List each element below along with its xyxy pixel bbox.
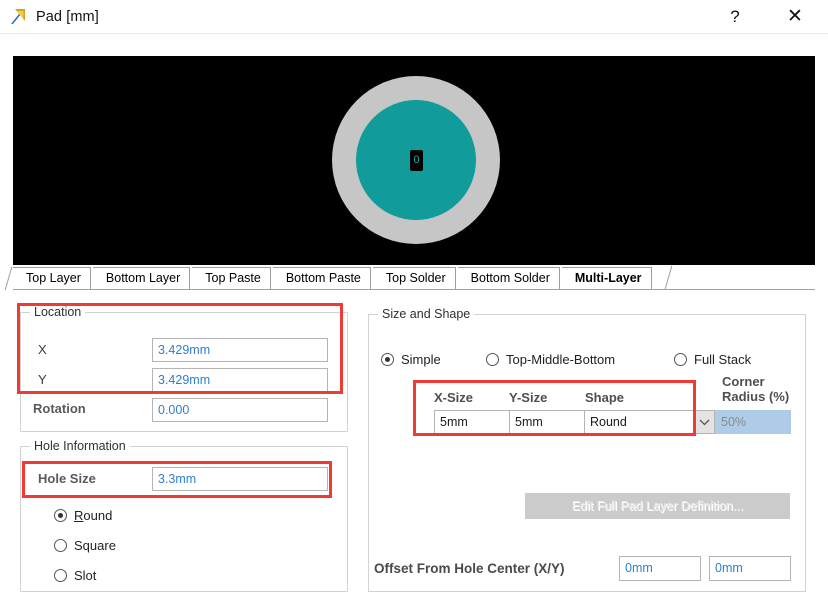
y-size-input[interactable]: 5mm [509, 410, 585, 434]
help-button[interactable]: ? [712, 1, 758, 33]
radio-unselected-icon [54, 539, 67, 552]
hole-shape-square-label: Square [74, 538, 116, 553]
window-title: Pad [mm] [36, 8, 99, 25]
size-mode-radio-top-middle-bottom[interactable]: Top-Middle-Bottom [486, 352, 615, 367]
radio-selected-icon [54, 509, 67, 522]
size-mode-radio-simple[interactable]: Simple [381, 352, 441, 367]
layer-tab-strip[interactable]: Top Layer Bottom Layer Top Paste Bottom … [13, 265, 815, 290]
location-group-legend: Location [30, 305, 86, 319]
column-header-shape: Shape [585, 390, 625, 405]
close-button[interactable]: ✕ [772, 1, 818, 33]
tab-bottom-solder[interactable]: Bottom Solder [457, 267, 560, 289]
title-bar: Pad [mm] ? ✕ [0, 0, 828, 34]
size-mode-simple-label: Simple [401, 352, 441, 367]
hole-size-input[interactable]: 3.3mm [152, 467, 328, 491]
edit-full-pad-layer-definition-button: Edit Full Pad Layer Definition... [525, 493, 790, 519]
chevron-down-icon[interactable] [695, 410, 715, 434]
column-header-y-size: Y-Size [509, 390, 548, 405]
altium-pad-icon [8, 7, 28, 27]
offset-y-input[interactable]: 0mm [709, 556, 791, 581]
location-x-input[interactable]: 3.429mm [152, 338, 328, 362]
radio-unselected-icon [54, 569, 67, 582]
tab-top-solder[interactable]: Top Solder [372, 267, 456, 289]
shape-select[interactable]: Round [584, 410, 696, 434]
tab-top-layer[interactable]: Top Layer [13, 267, 91, 289]
size-mode-radio-full-stack[interactable]: Full Stack [674, 352, 751, 367]
rotation-input[interactable]: 0.000 [152, 398, 328, 422]
x-size-input[interactable]: 5mm [434, 410, 510, 434]
radio-unselected-icon [674, 353, 687, 366]
hole-shape-round-label: Round [74, 508, 113, 523]
offset-x-input[interactable]: 0mm [619, 556, 701, 581]
offset-from-hole-center-label: Offset From Hole Center (X/Y) [374, 561, 565, 576]
tab-bottom-paste[interactable]: Bottom Paste [272, 267, 371, 289]
radio-unselected-icon [486, 353, 499, 366]
corner-radius-input[interactable]: 50% [715, 410, 791, 434]
location-y-input[interactable]: 3.429mm [152, 368, 328, 392]
pad-hole-label: 0 [410, 150, 423, 171]
pad-copper-disc: 0 [356, 100, 476, 220]
hole-shape-slot-label: Slot [74, 568, 97, 583]
pad-solder-ring: 0 [332, 76, 500, 244]
hole-shape-radio-square[interactable]: Square [54, 538, 116, 553]
tab-bottom-layer[interactable]: Bottom Layer [92, 267, 191, 289]
hole-shape-radio-round[interactable]: Round [54, 508, 112, 523]
size-mode-full-stack-label: Full Stack [694, 352, 752, 367]
location-y-label: Y [38, 372, 47, 387]
hole-shape-radio-slot[interactable]: Slot [54, 568, 96, 583]
tab-multi-layer[interactable]: Multi-Layer [561, 267, 652, 289]
column-header-x-size: X-Size [434, 390, 474, 405]
tab-top-paste[interactable]: Top Paste [192, 267, 271, 289]
size-mode-top-middle-bottom-label: Top-Middle-Bottom [506, 352, 616, 367]
size-and-shape-group-legend: Size and Shape [378, 307, 475, 321]
column-header-corner-radius: Corner Radius (%) [722, 374, 790, 404]
hole-size-label: Hole Size [38, 471, 96, 486]
pad-preview: 0 [13, 56, 815, 265]
rotation-label: Rotation [33, 401, 86, 416]
location-x-label: X [38, 342, 47, 357]
tab-strip-end [654, 267, 670, 289]
hole-information-group-legend: Hole Information [30, 439, 130, 453]
radio-selected-icon [381, 353, 394, 366]
